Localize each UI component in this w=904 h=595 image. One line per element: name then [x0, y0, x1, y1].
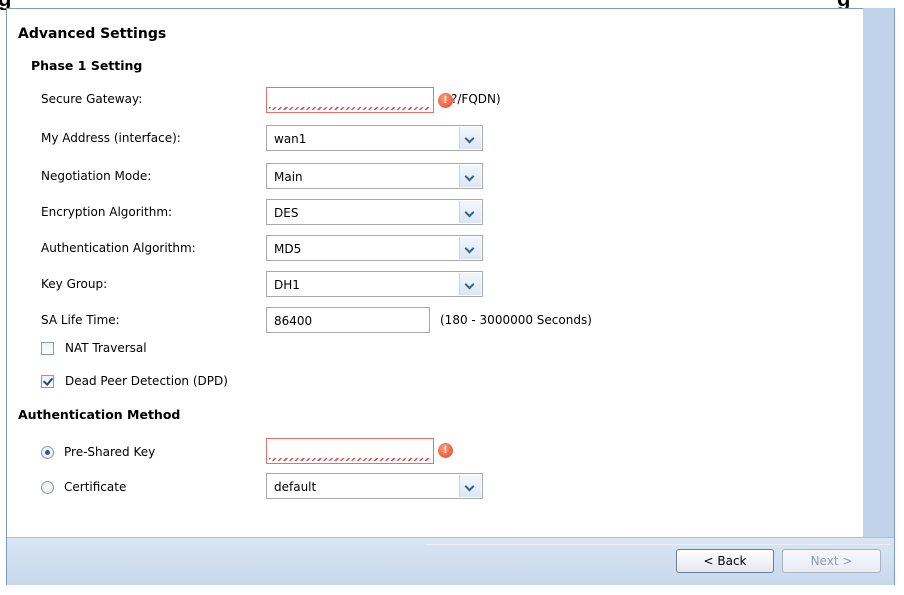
secure-gateway-input[interactable]	[266, 87, 434, 113]
footer-divider	[425, 544, 890, 545]
dpd-label: Dead Peer Detection (DPD)	[65, 374, 228, 388]
key-group-select[interactable]: DH1	[266, 271, 483, 297]
phase1-heading: Phase 1 Setting	[31, 58, 143, 73]
sa-life-label: SA Life Time:	[41, 313, 120, 327]
chevron-down-icon[interactable]	[459, 273, 481, 295]
authentication-select[interactable]: MD5	[266, 235, 483, 261]
my-address-value: wan1	[274, 132, 307, 146]
scrollbar-track[interactable]	[863, 8, 894, 538]
authentication-value: MD5	[274, 242, 302, 256]
negotiation-mode-select[interactable]: Main	[266, 163, 483, 189]
certificate-label: Certificate	[64, 480, 127, 494]
key-group-label: Key Group:	[41, 277, 108, 291]
next-button[interactable]: Next >	[782, 549, 881, 573]
chevron-down-icon[interactable]	[459, 165, 481, 187]
pre-shared-key-radio[interactable]	[41, 446, 54, 459]
key-group-value: DH1	[274, 278, 300, 292]
dpd-checkbox[interactable]	[41, 375, 54, 388]
chevron-down-icon[interactable]	[459, 127, 481, 149]
secure-gateway-label: Secure Gateway:	[41, 92, 143, 106]
negotiation-mode-value: Main	[274, 170, 303, 184]
pre-shared-key-input[interactable]	[266, 438, 434, 464]
chevron-down-icon[interactable]	[459, 237, 481, 259]
nat-traversal-checkbox[interactable]	[41, 342, 54, 355]
encryption-label: Encryption Algorithm:	[41, 205, 173, 219]
section-title: Advanced Settings	[18, 26, 167, 42]
negotiation-mode-label: Negotiation Mode:	[41, 169, 152, 183]
my-address-select[interactable]: wan1	[266, 125, 483, 151]
sa-life-input[interactable]: 86400	[266, 307, 430, 333]
back-button[interactable]: < Back	[676, 549, 774, 573]
chevron-down-icon[interactable]	[459, 475, 481, 497]
error-icon: !	[438, 443, 453, 458]
nat-traversal-label: NAT Traversal	[65, 341, 147, 355]
certificate-radio[interactable]	[41, 481, 54, 494]
encryption-value: DES	[274, 206, 299, 220]
encryption-select[interactable]: DES	[266, 199, 483, 225]
secure-gateway-hint: ?/FQDN)	[451, 92, 501, 106]
chevron-down-icon[interactable]	[459, 201, 481, 223]
my-address-label: My Address (interface):	[41, 131, 181, 145]
sa-life-hint: (180 - 3000000 Seconds)	[440, 313, 592, 327]
certificate-select[interactable]: default	[266, 473, 483, 499]
auth-method-heading: Authentication Method	[18, 407, 181, 422]
certificate-value: default	[274, 480, 317, 494]
authentication-label: Authentication Algorithm:	[41, 241, 196, 255]
pre-shared-key-label: Pre-Shared Key	[64, 445, 156, 459]
